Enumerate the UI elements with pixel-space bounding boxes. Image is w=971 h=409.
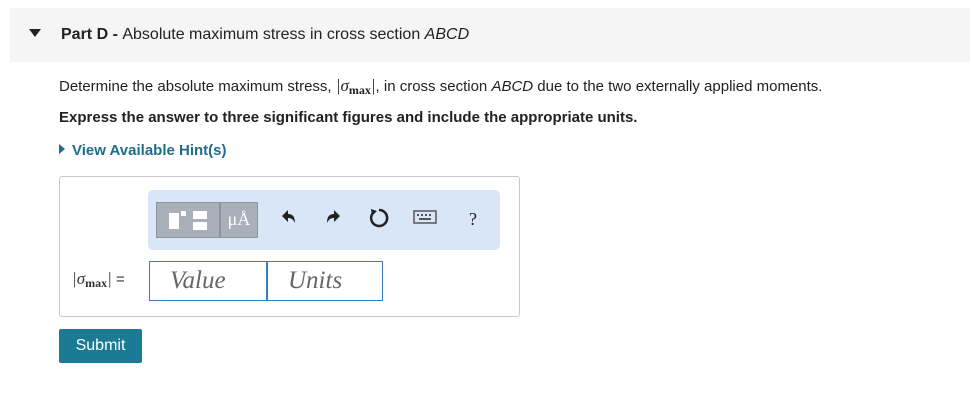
reset-icon[interactable] <box>367 207 391 231</box>
question-suffix: due to the two externally applied moment… <box>533 78 823 95</box>
part-title-section: ABCD <box>424 26 470 43</box>
part-separator: - <box>108 26 123 43</box>
stress-symbol: |σmax| <box>335 76 376 97</box>
question-text: Determine the absolute maximum stress, |… <box>59 76 822 98</box>
part-title-text: Absolute maximum stress in cross section <box>122 26 425 43</box>
part-header[interactable]: Part D - Absolute maximum stress in cros… <box>10 8 970 62</box>
template-small-box-icon <box>181 211 186 216</box>
units-button-label: μÅ <box>227 209 251 229</box>
question-section: ABCD <box>491 78 534 95</box>
part-title: Part D - Absolute maximum stress in cros… <box>61 26 469 44</box>
template-fraction-icon <box>193 211 207 219</box>
part-label: Part D <box>61 26 109 43</box>
redo-icon[interactable] <box>322 207 346 231</box>
collapse-caret-icon[interactable] <box>29 29 41 37</box>
keyboard-icon[interactable] <box>413 207 437 231</box>
template-fraction-bottom-icon <box>193 222 207 230</box>
hint-link-label: View Available Hint(s) <box>72 142 227 159</box>
view-hints-link[interactable]: View Available Hint(s) <box>59 142 227 159</box>
undo-icon[interactable] <box>276 207 300 231</box>
units-input[interactable]: Units <box>267 261 383 301</box>
help-button[interactable]: ? <box>461 207 485 231</box>
math-toolbar: μÅ ? <box>148 190 500 250</box>
question-middle: , in cross section <box>375 78 492 95</box>
templates-button[interactable] <box>156 202 220 238</box>
answer-symbol: |σmax| <box>72 269 112 290</box>
instruction-text: Express the answer to three significant … <box>59 109 638 126</box>
question-prefix: Determine the absolute maximum stress, <box>59 78 336 95</box>
submit-button[interactable]: Submit <box>59 329 142 363</box>
answer-box: μÅ ? |σmax| = Value Units <box>59 176 520 317</box>
expand-triangle-icon <box>59 144 65 154</box>
answer-label: |σmax| = <box>72 269 125 291</box>
units-button[interactable]: μÅ <box>220 202 258 238</box>
equals-sign: = <box>115 271 125 288</box>
template-box-icon <box>169 213 179 229</box>
value-input[interactable]: Value <box>149 261 267 301</box>
